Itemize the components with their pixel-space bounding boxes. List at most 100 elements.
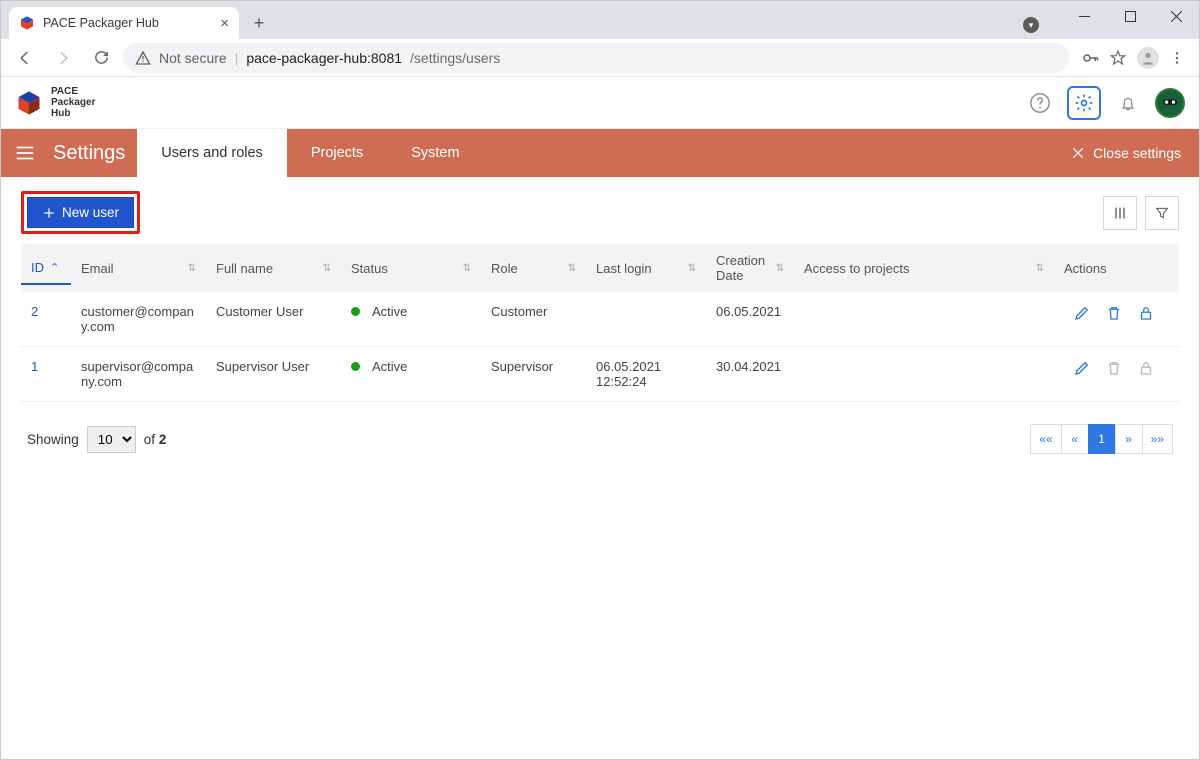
users-toolbar: New user	[1, 177, 1199, 244]
app-logo[interactable]: PACEPackagerHub	[15, 86, 95, 119]
status-dot-icon	[351, 362, 360, 371]
table-row: 2 customer@company.com Customer User Act…	[21, 292, 1179, 347]
new-user-button[interactable]: New user	[27, 197, 134, 228]
cell-last-login: 06.05.2021 12:52:24	[586, 355, 706, 393]
tab-users-and-roles[interactable]: Users and roles	[137, 129, 287, 177]
pager-prev[interactable]: «	[1061, 424, 1089, 454]
cell-status: Active	[341, 355, 481, 378]
cell-email: supervisor@company.com	[71, 355, 206, 393]
cell-status: Active	[341, 300, 481, 323]
th-last-login[interactable]: Last login⇅	[586, 253, 706, 284]
cell-full-name: Customer User	[206, 300, 341, 323]
new-tab-button[interactable]: +	[245, 9, 273, 37]
cell-id: 2	[21, 300, 71, 323]
status-dot-icon	[351, 307, 360, 316]
cell-full-name: Supervisor User	[206, 355, 341, 378]
filter-button[interactable]	[1145, 196, 1179, 230]
pager: Showing 10 of 2 «« « 1 » »»	[1, 402, 1199, 476]
favicon-icon	[19, 15, 35, 31]
window-minimize-button[interactable]	[1061, 1, 1107, 31]
edit-icon[interactable]	[1073, 359, 1091, 377]
address-bar[interactable]: Not secure | pace-packager-hub:8081/sett…	[123, 43, 1069, 73]
menu-hamburger-icon[interactable]	[1, 129, 49, 177]
delete-icon[interactable]	[1105, 304, 1123, 322]
cell-email: customer@company.com	[71, 300, 206, 338]
cell-creation-date: 30.04.2021	[706, 355, 794, 378]
user-avatar[interactable]	[1155, 88, 1185, 118]
tab-system[interactable]: System	[387, 129, 483, 177]
nav-reload-button[interactable]	[85, 42, 117, 74]
saved-password-icon[interactable]	[1081, 49, 1099, 67]
th-full-name[interactable]: Full name⇅	[206, 253, 341, 284]
cell-actions	[1054, 355, 1179, 381]
browser-tab-strip: PACE Packager Hub × + ▾	[1, 1, 1199, 39]
settings-gear-icon[interactable]	[1067, 86, 1101, 120]
sort-icon: ⇅	[188, 266, 196, 271]
pager-next[interactable]: »	[1115, 424, 1143, 454]
tab-projects[interactable]: Projects	[287, 129, 387, 177]
users-table: ID⌃ Email⇅ Full name⇅ Status⇅ Role⇅ Last…	[21, 244, 1179, 402]
pager-showing-label: Showing	[27, 432, 79, 447]
cell-creation-date: 06.05.2021	[706, 300, 794, 323]
th-creation-date[interactable]: Creation Date⇅	[706, 245, 794, 291]
browser-toolbar: Not secure | pace-packager-hub:8081/sett…	[1, 39, 1199, 77]
pager-total: 2	[159, 432, 167, 447]
cell-role: Supervisor	[481, 355, 586, 378]
page-size-select[interactable]: 10	[87, 426, 136, 453]
logo-text: PACEPackagerHub	[51, 86, 95, 119]
cell-access	[794, 300, 1054, 308]
browser-tab[interactable]: PACE Packager Hub ×	[9, 7, 239, 39]
tab-close-icon[interactable]: ×	[220, 15, 229, 32]
close-settings-button[interactable]: Close settings	[1053, 129, 1199, 177]
sort-icon: ⇅	[1036, 266, 1044, 271]
th-email[interactable]: Email⇅	[71, 253, 206, 284]
th-actions: Actions	[1054, 253, 1179, 284]
bookmark-star-icon[interactable]	[1109, 49, 1127, 67]
table-row: 1 supervisor@company.com Supervisor User…	[21, 347, 1179, 402]
pager-page-1[interactable]: 1	[1088, 424, 1116, 454]
settings-nav: Settings Users and roles Projects System…	[1, 129, 1199, 177]
page-title: Settings	[49, 129, 137, 177]
window-close-button[interactable]	[1153, 1, 1199, 31]
pager-of-label: of	[144, 432, 155, 447]
lock-icon[interactable]	[1137, 359, 1155, 377]
lock-icon[interactable]	[1137, 304, 1155, 322]
table-header: ID⌃ Email⇅ Full name⇅ Status⇅ Role⇅ Last…	[21, 244, 1179, 292]
delete-icon[interactable]	[1105, 359, 1123, 377]
nav-back-button[interactable]	[9, 42, 41, 74]
url-host: pace-packager-hub:8081	[246, 50, 402, 66]
pager-last[interactable]: »»	[1142, 424, 1173, 454]
pager-first[interactable]: ««	[1030, 424, 1061, 454]
edit-icon[interactable]	[1073, 304, 1091, 322]
sort-icon: ⇅	[776, 266, 784, 271]
plus-icon	[42, 206, 56, 220]
sort-icon: ⇅	[323, 266, 331, 271]
profile-avatar-icon[interactable]	[1137, 47, 1159, 69]
help-icon[interactable]	[1023, 86, 1057, 120]
cell-role: Customer	[481, 300, 586, 323]
sort-asc-icon: ⌃	[50, 261, 59, 274]
columns-button[interactable]	[1103, 196, 1137, 230]
sort-icon: ⇅	[463, 266, 471, 271]
new-user-highlight: New user	[21, 191, 140, 234]
not-secure-label: Not secure	[159, 50, 227, 66]
sort-icon: ⇅	[568, 266, 576, 271]
logo-cube-icon	[15, 89, 43, 117]
th-role[interactable]: Role⇅	[481, 253, 586, 284]
th-id[interactable]: ID⌃	[21, 252, 71, 285]
nav-forward-button[interactable]	[47, 42, 79, 74]
cell-id: 1	[21, 355, 71, 378]
window-maximize-button[interactable]	[1107, 1, 1153, 31]
cell-actions	[1054, 300, 1179, 326]
tab-overflow-icon[interactable]: ▾	[1023, 17, 1039, 33]
close-icon	[1071, 146, 1085, 160]
browser-tab-title: PACE Packager Hub	[43, 16, 159, 30]
browser-menu-icon[interactable]	[1169, 50, 1185, 66]
sort-icon: ⇅	[688, 266, 696, 271]
not-secure-icon	[135, 50, 151, 66]
cell-access	[794, 355, 1054, 363]
url-path: /settings/users	[410, 50, 500, 66]
th-access[interactable]: Access to projects⇅	[794, 253, 1054, 284]
notifications-bell-icon[interactable]	[1111, 86, 1145, 120]
th-status[interactable]: Status⇅	[341, 253, 481, 284]
